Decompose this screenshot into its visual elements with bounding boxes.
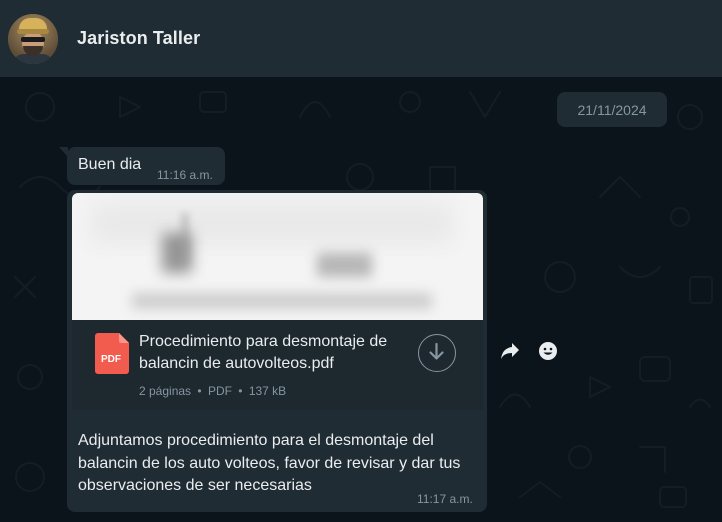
document-pages: 2 páginas <box>139 384 192 398</box>
emoji-icon <box>539 342 557 360</box>
contact-name[interactable]: Jariston Taller <box>77 28 200 49</box>
emoji-reaction-button[interactable] <box>532 335 564 367</box>
document-attachment[interactable]: PDF Procedimiento para desmontaje de bal… <box>72 320 483 410</box>
document-preview[interactable] <box>72 193 483 320</box>
chat-header[interactable]: Jariston Taller <box>0 0 722 77</box>
forward-icon <box>501 343 519 359</box>
download-icon <box>429 342 444 360</box>
document-message[interactable]: PDF Procedimiento para desmontaje de bal… <box>67 190 487 512</box>
pdf-icon-label: PDF <box>101 354 121 365</box>
bubble-tail <box>59 147 68 157</box>
date-divider: 21/11/2024 <box>557 92 667 127</box>
document-type: PDF <box>207 384 232 398</box>
download-button[interactable] <box>418 334 456 372</box>
document-meta: 2 páginas • PDF • 137 kB <box>139 384 286 398</box>
document-size: 137 kB <box>248 384 287 398</box>
forward-button[interactable] <box>494 335 526 367</box>
pdf-icon: PDF <box>95 333 129 374</box>
message-text: Buen dia <box>78 156 142 173</box>
message-list[interactable]: 21/11/2024 Buen dia 11:16 a.m. PDF Proce… <box>0 77 722 522</box>
message-caption: Adjuntamos procedimiento para el desmont… <box>78 432 461 494</box>
message-time: 11:16 a.m. <box>157 168 213 182</box>
message-time: 11:17 a.m. <box>417 492 473 506</box>
document-filename: Procedimiento para desmontaje de balanci… <box>139 333 388 372</box>
meta-separator: • <box>238 384 243 398</box>
meta-separator: • <box>197 384 202 398</box>
incoming-message[interactable]: Buen dia 11:16 a.m. <box>67 147 225 185</box>
avatar[interactable] <box>8 13 58 64</box>
chat-window: Jariston Taller 21/11/2024 Buen dia 11:1… <box>0 0 722 522</box>
